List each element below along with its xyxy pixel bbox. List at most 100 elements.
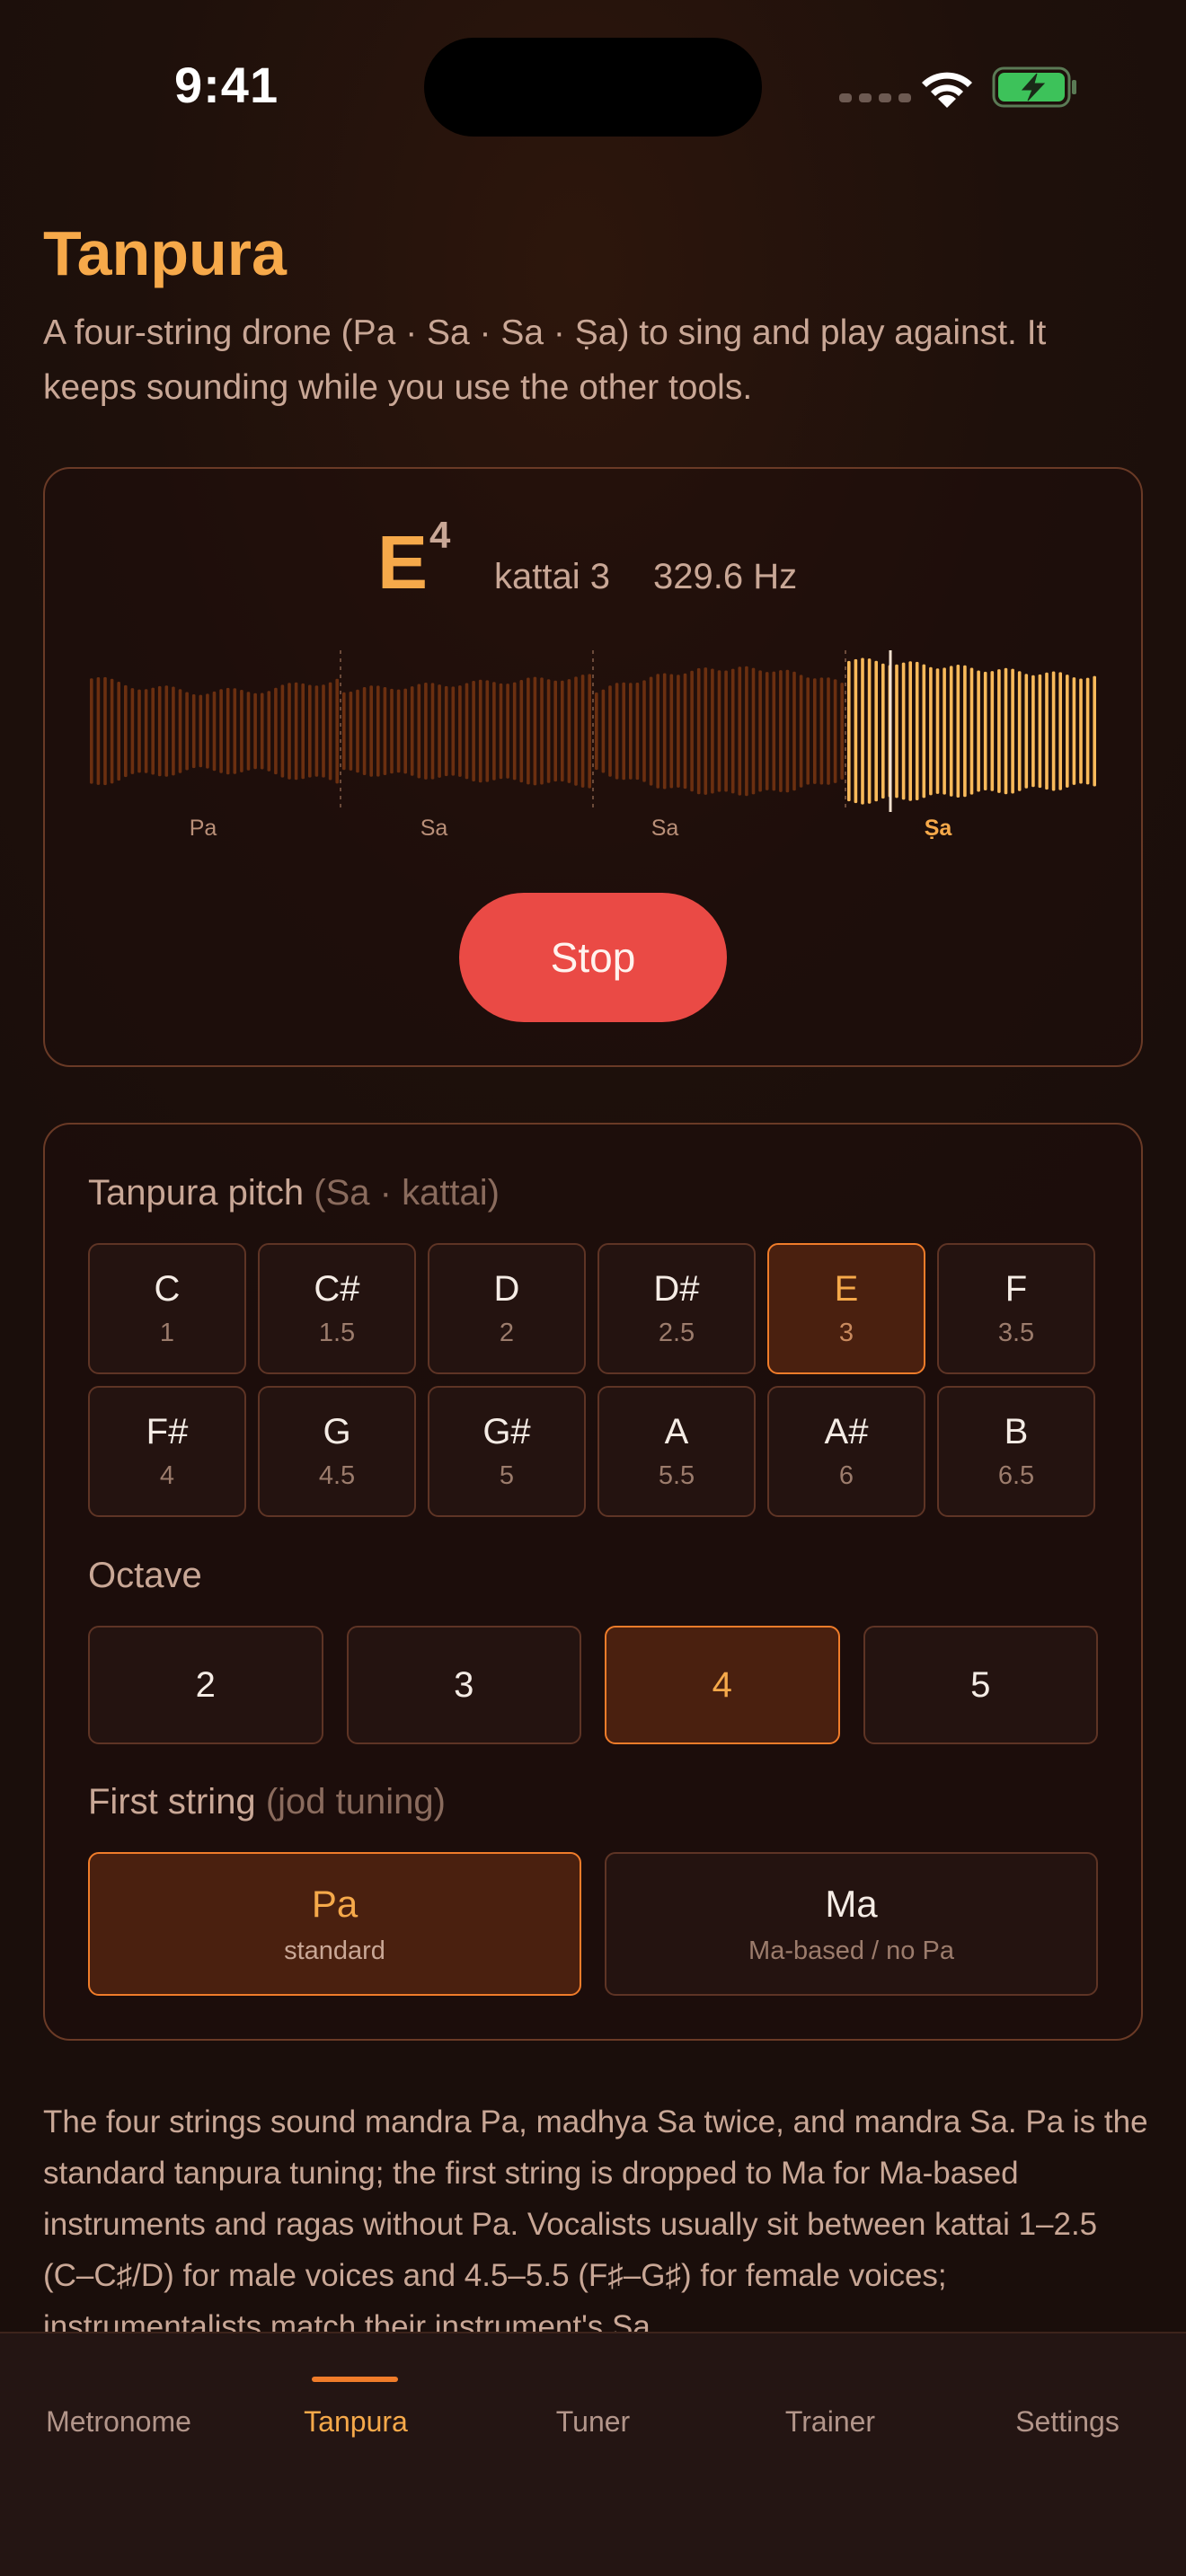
tab-metronome[interactable]: Metronome [0, 2405, 237, 2439]
waveform-bar [117, 682, 120, 781]
pitch-button-a[interactable]: A 5.5 [597, 1386, 756, 1517]
waveform-bar [430, 683, 435, 780]
waveform-bar [977, 670, 980, 792]
waveform-bar [792, 671, 796, 791]
waveform-bar [553, 680, 557, 782]
pitch-button-e[interactable]: E3 [767, 1243, 925, 1374]
status-bar: 9:41 [0, 0, 1186, 171]
pitch-button-a-sharp[interactable]: A# 6 [767, 1386, 925, 1517]
waveform-bar [861, 657, 864, 805]
waveform-bar [246, 692, 251, 771]
tab-tanpura[interactable]: Tanpura [237, 2405, 474, 2439]
waveform-bar [1066, 675, 1069, 788]
waveform-bar [997, 669, 1001, 793]
waveform-bar [969, 667, 974, 795]
octave-button-4[interactable]: 4 [605, 1626, 840, 1744]
pitch-button-g[interactable]: G 4.5 [258, 1386, 416, 1517]
waveform-bar [308, 684, 312, 778]
waveform-bar [1004, 667, 1008, 795]
tab-tuner[interactable]: Tuner [474, 2405, 712, 2439]
pitch-kattai: 6.5 [997, 1461, 1035, 1490]
tab-trainer[interactable]: Trainer [712, 2405, 949, 2439]
waveform-bar [662, 673, 667, 790]
pitch-kattai: 6 [838, 1461, 854, 1490]
pitch-button-f-sharp[interactable]: F# 4 [88, 1386, 246, 1517]
pitch-note: F [1005, 1269, 1028, 1309]
first-string-name: Ma [825, 1882, 878, 1925]
octave-button-3[interactable]: 3 [346, 1626, 581, 1744]
waveform-bar [288, 683, 291, 780]
waveform-bar [799, 675, 803, 788]
pitch-button-b[interactable]: B 6.5 [937, 1386, 1095, 1517]
waveform-bar [492, 682, 496, 781]
pitch-button-d[interactable]: D2 [428, 1243, 586, 1374]
octave-button-5[interactable]: 5 [863, 1626, 1098, 1744]
waveform-bar [1093, 675, 1096, 787]
current-note-readout: E 4 kattai 3 329.6 Hz [0, 514, 1186, 604]
waveform-bar [922, 664, 926, 798]
waveform-bar [540, 677, 544, 785]
waveform-bar [608, 685, 612, 777]
waveform-bar [478, 679, 482, 783]
first-string-pa-button[interactable]: Pa standard [88, 1852, 581, 1996]
waveform-bar [963, 665, 967, 798]
waveform-bar [410, 686, 414, 776]
battery-charging-icon [992, 66, 1076, 108]
waveform-bar [130, 688, 135, 774]
waveform-bar [580, 675, 585, 788]
waveform-bar [506, 684, 509, 779]
waveform-bar [649, 676, 653, 786]
waveform-bar [717, 670, 721, 792]
tab-settings[interactable]: Settings [949, 2405, 1186, 2439]
drone-waveform [90, 650, 1096, 812]
waveform-bar [157, 685, 162, 777]
waveform-bar [349, 692, 353, 771]
pitch-button-c[interactable]: C1 [88, 1243, 246, 1374]
waveform-bar [711, 668, 714, 794]
wifi-icon [922, 72, 972, 108]
waveform-bar [356, 689, 359, 773]
waveform-bar [847, 660, 851, 802]
first-string-section-label: First string (jod tuning) [88, 1782, 446, 1822]
octave-button-2[interactable]: 2 [88, 1626, 323, 1744]
waveform-bar [1072, 677, 1076, 785]
pitch-button-f[interactable]: F 3.5 [937, 1243, 1095, 1374]
note-letter: E [377, 520, 429, 604]
waveform-bar [629, 683, 633, 780]
pitch-button-c-sharp[interactable]: C# 1.5 [258, 1243, 416, 1374]
waveform-bar [881, 663, 885, 799]
waveform-bar [696, 667, 701, 795]
pitch-note: A [664, 1412, 689, 1451]
pitch-kattai: 5.5 [658, 1461, 695, 1490]
waveform-bar [622, 682, 625, 781]
pitch-button-d-sharp[interactable]: D# 2.5 [597, 1243, 756, 1374]
waveform-bar [328, 682, 332, 781]
waveform-bar [867, 658, 872, 804]
waveform-bar [683, 673, 687, 790]
waveform-bar [751, 667, 756, 795]
waveform-bar [172, 686, 175, 776]
pitch-label: Tanpura pitch [88, 1173, 305, 1213]
waveform-bar [642, 680, 646, 782]
waveform-bar [512, 682, 517, 781]
waveform-bar [403, 688, 407, 774]
stop-button[interactable]: Stop [459, 893, 727, 1022]
first-string-ma-button[interactable]: Ma Ma-based / no Pa [605, 1852, 1098, 1996]
info-text: The four strings sound mandra Pa, madhya… [43, 2104, 1148, 2333]
waveform-bar [267, 691, 271, 772]
waveform-bar [260, 693, 264, 770]
waveform-bar [758, 670, 762, 792]
waveform-bar [294, 682, 298, 781]
pitch-button-g-sharp[interactable]: G# 5 [428, 1386, 586, 1517]
pitch-kattai: 5 [499, 1461, 515, 1490]
cellular-signal-icon [839, 93, 911, 102]
waveform-bar [901, 662, 906, 800]
waveform-bar [151, 687, 155, 775]
waveform-bar [1024, 674, 1029, 789]
waveform-bar [110, 678, 114, 784]
pitch-note: C# [314, 1269, 360, 1309]
string-label-1: Pa [189, 816, 217, 841]
first-string-selector: Pa standard Ma Ma-based / no Pa [88, 1852, 1098, 1996]
waveform-bar [806, 677, 810, 785]
waveform-bar [90, 678, 93, 784]
